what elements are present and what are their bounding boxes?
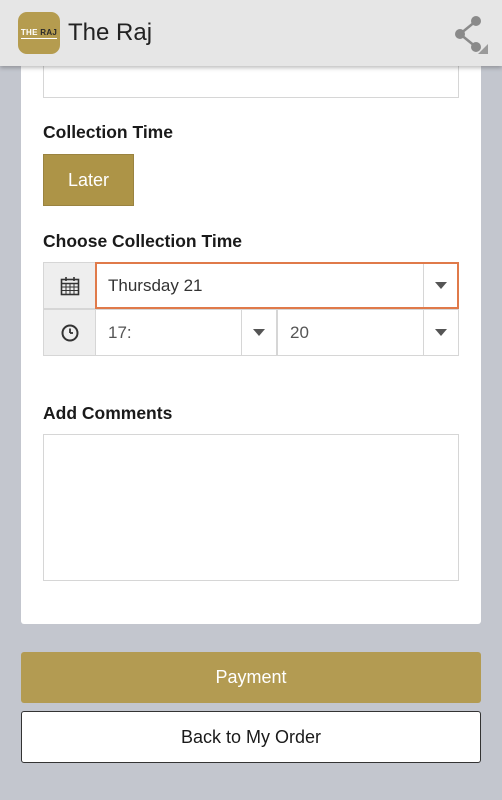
calendar-icon (60, 276, 79, 295)
hour-select[interactable]: 17: (95, 309, 277, 356)
date-select-caret-box (423, 264, 457, 307)
comments-textarea[interactable] (43, 434, 459, 581)
collection-time-label: Collection Time (43, 122, 173, 142)
share-button[interactable] (452, 14, 488, 54)
clock-icon (61, 324, 78, 341)
date-select-value: Thursday 21 (108, 275, 203, 295)
date-select[interactable]: Thursday 21 (95, 262, 459, 309)
order-details-card: Collection Time Later Choose Collection … (21, 40, 481, 624)
time-addon (43, 309, 96, 356)
share-icon (455, 16, 488, 54)
back-to-my-order-button[interactable]: Back to My Order (21, 711, 481, 763)
date-addon (43, 262, 96, 309)
choose-collection-time-label: Choose Collection Time (43, 231, 243, 251)
chevron-down-icon (434, 282, 447, 289)
minute-select-value: 20 (290, 322, 309, 342)
add-comments-label: Add Comments (43, 403, 173, 423)
chevron-down-icon (435, 329, 447, 336)
logo-text: THE RAJ (20, 27, 58, 39)
logo-text-raj: RAJ (40, 27, 58, 37)
hour-select-caret-box (241, 310, 276, 355)
hour-select-value: 17: (108, 322, 132, 342)
app-bar: THE RAJ The Raj (0, 0, 502, 66)
app-title: The Raj (68, 19, 153, 46)
date-row: Thursday 21 (43, 262, 459, 309)
minute-select-caret-box (423, 310, 458, 355)
payment-button[interactable]: Payment (21, 652, 481, 703)
minute-select[interactable]: 20 (277, 309, 459, 356)
app-logo: THE RAJ (18, 12, 60, 54)
time-row: 17: 20 (43, 309, 459, 356)
later-button[interactable]: Later (43, 154, 134, 206)
chevron-down-icon (253, 329, 265, 336)
logo-text-the: THE (20, 27, 38, 37)
